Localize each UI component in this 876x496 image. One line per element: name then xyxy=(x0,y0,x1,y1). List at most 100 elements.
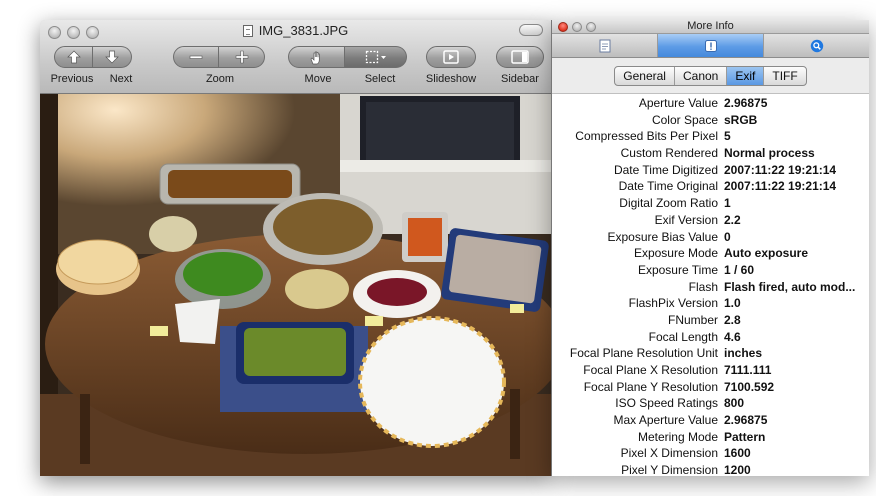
selection-icon xyxy=(365,50,386,64)
metadata-value: 0 xyxy=(724,229,731,244)
search-icon xyxy=(810,39,823,52)
metadata-value: 1 / 60 xyxy=(724,262,755,277)
metadata-row: Color Space sRGB xyxy=(552,112,869,129)
metadata-row: Custom Rendered Normal process xyxy=(552,145,869,162)
metadata-row: Focal Plane Resolution Unit inches xyxy=(552,345,869,362)
select-tool-button[interactable] xyxy=(345,46,407,68)
metadata-row: ISO Speed Ratings 800 xyxy=(552,395,869,412)
metadata-key: Focal Plane X Resolution xyxy=(583,363,718,377)
metadata-row: Focal Plane X Resolution 7111.111 xyxy=(552,362,869,379)
metadata-row: Pixel Y Dimension 1200 xyxy=(552,462,869,476)
metadata-key: FNumber xyxy=(667,312,718,327)
preview-toolbar: IMG_3831.JPG Previous Next Zoom Move Sel… xyxy=(40,20,551,94)
metadata-value: 1.0 xyxy=(724,296,741,311)
metadata-key: Digital Zoom Ratio xyxy=(619,196,718,211)
document-icon xyxy=(242,25,253,37)
tab-tiff[interactable]: TIFF xyxy=(764,67,805,85)
metadata-value: 7111.111 xyxy=(724,363,772,377)
metadata-value: sRGB xyxy=(724,112,758,127)
next-button[interactable] xyxy=(93,46,132,68)
metadata-key: ISO Speed Ratings xyxy=(615,396,718,411)
metadata-key: Pixel Y Dimension xyxy=(621,463,718,476)
metadata-row: Metering Mode Pattern xyxy=(552,429,869,446)
metadata-row: Exposure Mode Auto exposure xyxy=(552,245,869,262)
info-titlebar: More Info xyxy=(552,20,869,34)
metadata-value: 4.6 xyxy=(724,329,741,344)
metadata-value: 2.96875 xyxy=(724,96,768,110)
metadata-row: Exposure Bias Value 0 xyxy=(552,229,869,246)
info-search-mode[interactable] xyxy=(764,34,869,57)
metadata-tabs: General Canon Exif TIFF xyxy=(552,58,869,94)
metadata-key: Color Space xyxy=(651,112,718,127)
metadata-key: Focal Plane Y Resolution xyxy=(583,379,718,394)
metadata-row: Focal Plane Y Resolution 7100.592 xyxy=(552,379,869,396)
info-details-mode[interactable] xyxy=(658,34,764,57)
plus-icon xyxy=(235,50,248,64)
tab-general[interactable]: General xyxy=(615,66,675,85)
metadata-value: 1600 xyxy=(724,446,751,461)
slideshow-label: Slideshow xyxy=(425,73,477,85)
metadata-key: Pixel X Dimension xyxy=(620,446,718,461)
metadata-row: Date Time Original 2007:11:22 19:21:14 xyxy=(552,178,869,195)
sidebar-icon xyxy=(511,50,529,64)
metadata-key: Date Time Original xyxy=(618,179,718,194)
metadata-key: Focal Length xyxy=(648,329,718,344)
metadata-row: FNumber 2.8 xyxy=(552,312,869,329)
metadata-key: Exposure Bias Value xyxy=(607,229,718,244)
metadata-value: Auto exposure xyxy=(724,246,809,261)
metadata-value: inches xyxy=(724,346,763,361)
metadata-key: Exposure Time xyxy=(637,262,718,277)
previous-button[interactable] xyxy=(54,46,93,68)
metadata-key: Custom Rendered xyxy=(620,146,718,161)
metadata-row: Digital Zoom Ratio 1 xyxy=(552,195,869,212)
metadata-value: 2.96875 xyxy=(724,413,768,428)
more-info-panel: More Info General Canon Exif TIFF Apertu… xyxy=(551,20,869,476)
move-tool-button[interactable] xyxy=(288,46,345,68)
info-window-title: More Info xyxy=(687,20,734,32)
move-label: Move xyxy=(304,73,332,85)
document-icon xyxy=(599,39,610,52)
zoom-in-button[interactable] xyxy=(219,46,265,68)
metadata-value: 2.2 xyxy=(724,212,741,227)
metadata-value: 800 xyxy=(724,396,745,411)
info-badge-icon xyxy=(704,39,717,52)
metadata-key: Compressed Bits Per Pixel xyxy=(575,129,718,144)
metadata-key: Focal Plane Resolution Unit xyxy=(569,346,718,361)
metadata-value: 7100.592 xyxy=(724,379,775,394)
arrow-up-icon xyxy=(66,50,81,64)
arrow-down-icon xyxy=(105,50,119,64)
metadata-value: 5 xyxy=(724,129,731,144)
metadata-key: FlashPix Version xyxy=(628,296,718,311)
metadata-key: Date Time Digitized xyxy=(613,162,718,177)
metadata-key: Max Aperture Value xyxy=(613,413,718,428)
slideshow-button[interactable] xyxy=(426,46,476,68)
tab-canon[interactable]: Canon xyxy=(675,66,728,85)
metadata-value: 2007:11:22 19:21:14 xyxy=(724,162,837,177)
metadata-row: Flash Flash fired, auto mod... xyxy=(552,279,869,296)
metadata-key: Metering Mode xyxy=(637,429,718,444)
sidebar-label: Sidebar xyxy=(501,73,539,85)
metadata-row: Exif Version 2.2 xyxy=(552,212,869,229)
metadata-key: Aperture Value xyxy=(638,96,718,110)
metadata-value: 1 xyxy=(724,196,731,211)
metadata-value: 2.8 xyxy=(724,312,741,327)
metadata-value: Normal process xyxy=(724,146,815,161)
tab-exif[interactable]: Exif xyxy=(727,66,765,85)
info-general-mode[interactable] xyxy=(552,34,658,57)
sidebar-button[interactable] xyxy=(496,46,544,68)
metadata-row: Max Aperture Value 2.96875 xyxy=(552,412,869,429)
zoom-label: Zoom xyxy=(205,73,235,85)
info-mode-selector xyxy=(552,34,869,58)
next-label: Next xyxy=(109,73,133,85)
metadata-key: Exposure Mode xyxy=(633,246,718,261)
exif-metadata-list: Aperture Value 2.96875 Color Space sRGB Co… xyxy=(552,95,869,476)
metadata-value: Flash fired, auto mod... xyxy=(724,279,856,294)
metadata-value: Pattern xyxy=(724,429,766,444)
minus-icon xyxy=(189,55,203,59)
toolbar-toggle-button[interactable] xyxy=(519,24,543,36)
zoom-out-button[interactable] xyxy=(173,46,219,68)
metadata-row: Exposure Time 1 / 60 xyxy=(552,262,869,279)
metadata-key: Exif Version xyxy=(654,212,718,227)
metadata-value: 1200 xyxy=(724,463,751,476)
image-canvas[interactable] xyxy=(40,94,551,476)
